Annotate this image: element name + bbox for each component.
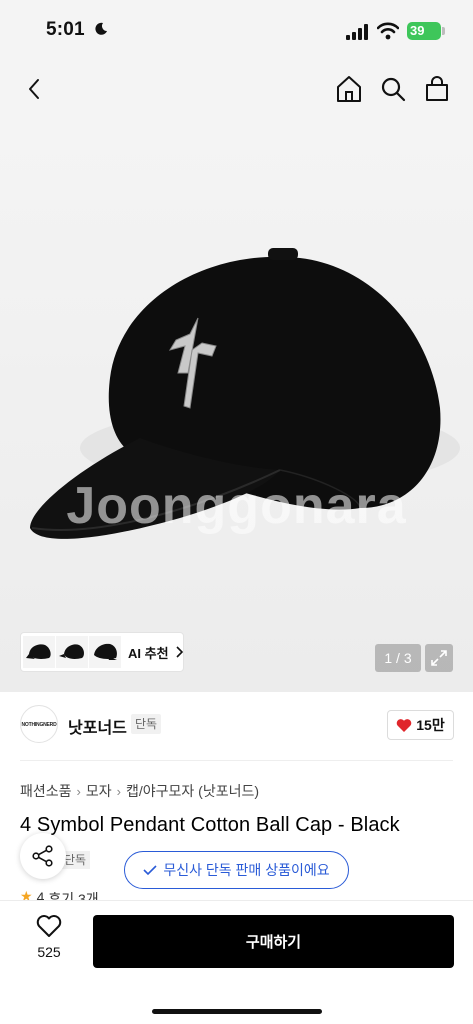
status-time: 5:01 bbox=[46, 19, 85, 40]
expand-icon bbox=[431, 650, 447, 666]
thumbnail-3[interactable] bbox=[89, 636, 121, 668]
brand-name[interactable]: 낫포너드 bbox=[68, 714, 127, 738]
product-title: 4 Symbol Pendant Cotton Ball Cap - Black bbox=[20, 814, 400, 836]
ai-recommendation-strip[interactable]: AI 추천 bbox=[20, 632, 184, 672]
wishlist-count: 525 bbox=[37, 944, 61, 960]
ai-recommend-label: AI 추천 bbox=[128, 645, 169, 661]
wishlist-button[interactable]: 525 bbox=[20, 914, 78, 970]
exclusive-notice-pill: 무신사 단독 판매 상품이에요 bbox=[124, 851, 349, 889]
chevron-right-icon: › bbox=[116, 783, 121, 799]
check-icon bbox=[143, 865, 157, 876]
heart-filled-icon bbox=[397, 718, 412, 732]
brand-like-count: 15만 bbox=[416, 717, 445, 733]
exclusive-notice-text: 무신사 단독 판매 상품이에요 bbox=[163, 862, 330, 878]
breadcrumb-item[interactable]: 패션소품 bbox=[20, 781, 72, 801]
chevron-left-icon bbox=[29, 79, 39, 99]
exclusive-badge: 단독 bbox=[131, 714, 162, 734]
image-pager: 1 / 3 bbox=[375, 644, 421, 672]
share-icon bbox=[32, 845, 53, 867]
cellular-signal-icon bbox=[346, 24, 368, 40]
moon-icon bbox=[95, 22, 107, 35]
cart-button[interactable] bbox=[419, 71, 455, 107]
brand-logo[interactable]: NOTHINGNERD bbox=[20, 705, 58, 743]
buy-button[interactable]: 구매하기 bbox=[93, 915, 454, 968]
shopping-bag-icon bbox=[426, 76, 448, 101]
home-indicator bbox=[152, 1009, 322, 1014]
wifi-icon bbox=[377, 22, 399, 40]
home-icon bbox=[337, 76, 361, 102]
breadcrumb: 패션소품 › 모자 › 캡/야구모자 (낫포너드) bbox=[20, 781, 259, 801]
product-image[interactable]: Joonggonara AI 추천 1 / 3 bbox=[0, 118, 473, 692]
breadcrumb-item[interactable]: 캡/야구모자 (낫포너드) bbox=[126, 781, 259, 801]
thumbnail-1[interactable] bbox=[23, 636, 55, 668]
thumbnail-2[interactable] bbox=[56, 636, 88, 668]
cap-thumbnail-icon bbox=[94, 643, 117, 660]
cap-thumbnail-icon bbox=[26, 644, 51, 659]
brand-like-button[interactable]: 15만 bbox=[387, 710, 454, 740]
divider bbox=[20, 760, 453, 761]
brand-logo-text: NOTHINGNERD bbox=[21, 722, 57, 728]
cap-thumbnail-icon bbox=[59, 644, 84, 659]
battery-indicator: 39 bbox=[407, 22, 441, 40]
chevron-right-icon: › bbox=[76, 783, 81, 799]
watermark: Joonggonara bbox=[66, 477, 407, 535]
heart-outline-icon bbox=[36, 915, 62, 937]
chevron-right-icon bbox=[175, 646, 183, 658]
share-button[interactable] bbox=[20, 833, 66, 879]
fullscreen-button[interactable] bbox=[425, 644, 453, 672]
search-icon bbox=[381, 77, 406, 102]
search-button[interactable] bbox=[375, 71, 411, 107]
breadcrumb-item[interactable]: 모자 bbox=[86, 781, 112, 801]
battery-cap bbox=[442, 27, 445, 35]
home-button[interactable] bbox=[331, 71, 367, 107]
back-button[interactable] bbox=[16, 71, 52, 107]
